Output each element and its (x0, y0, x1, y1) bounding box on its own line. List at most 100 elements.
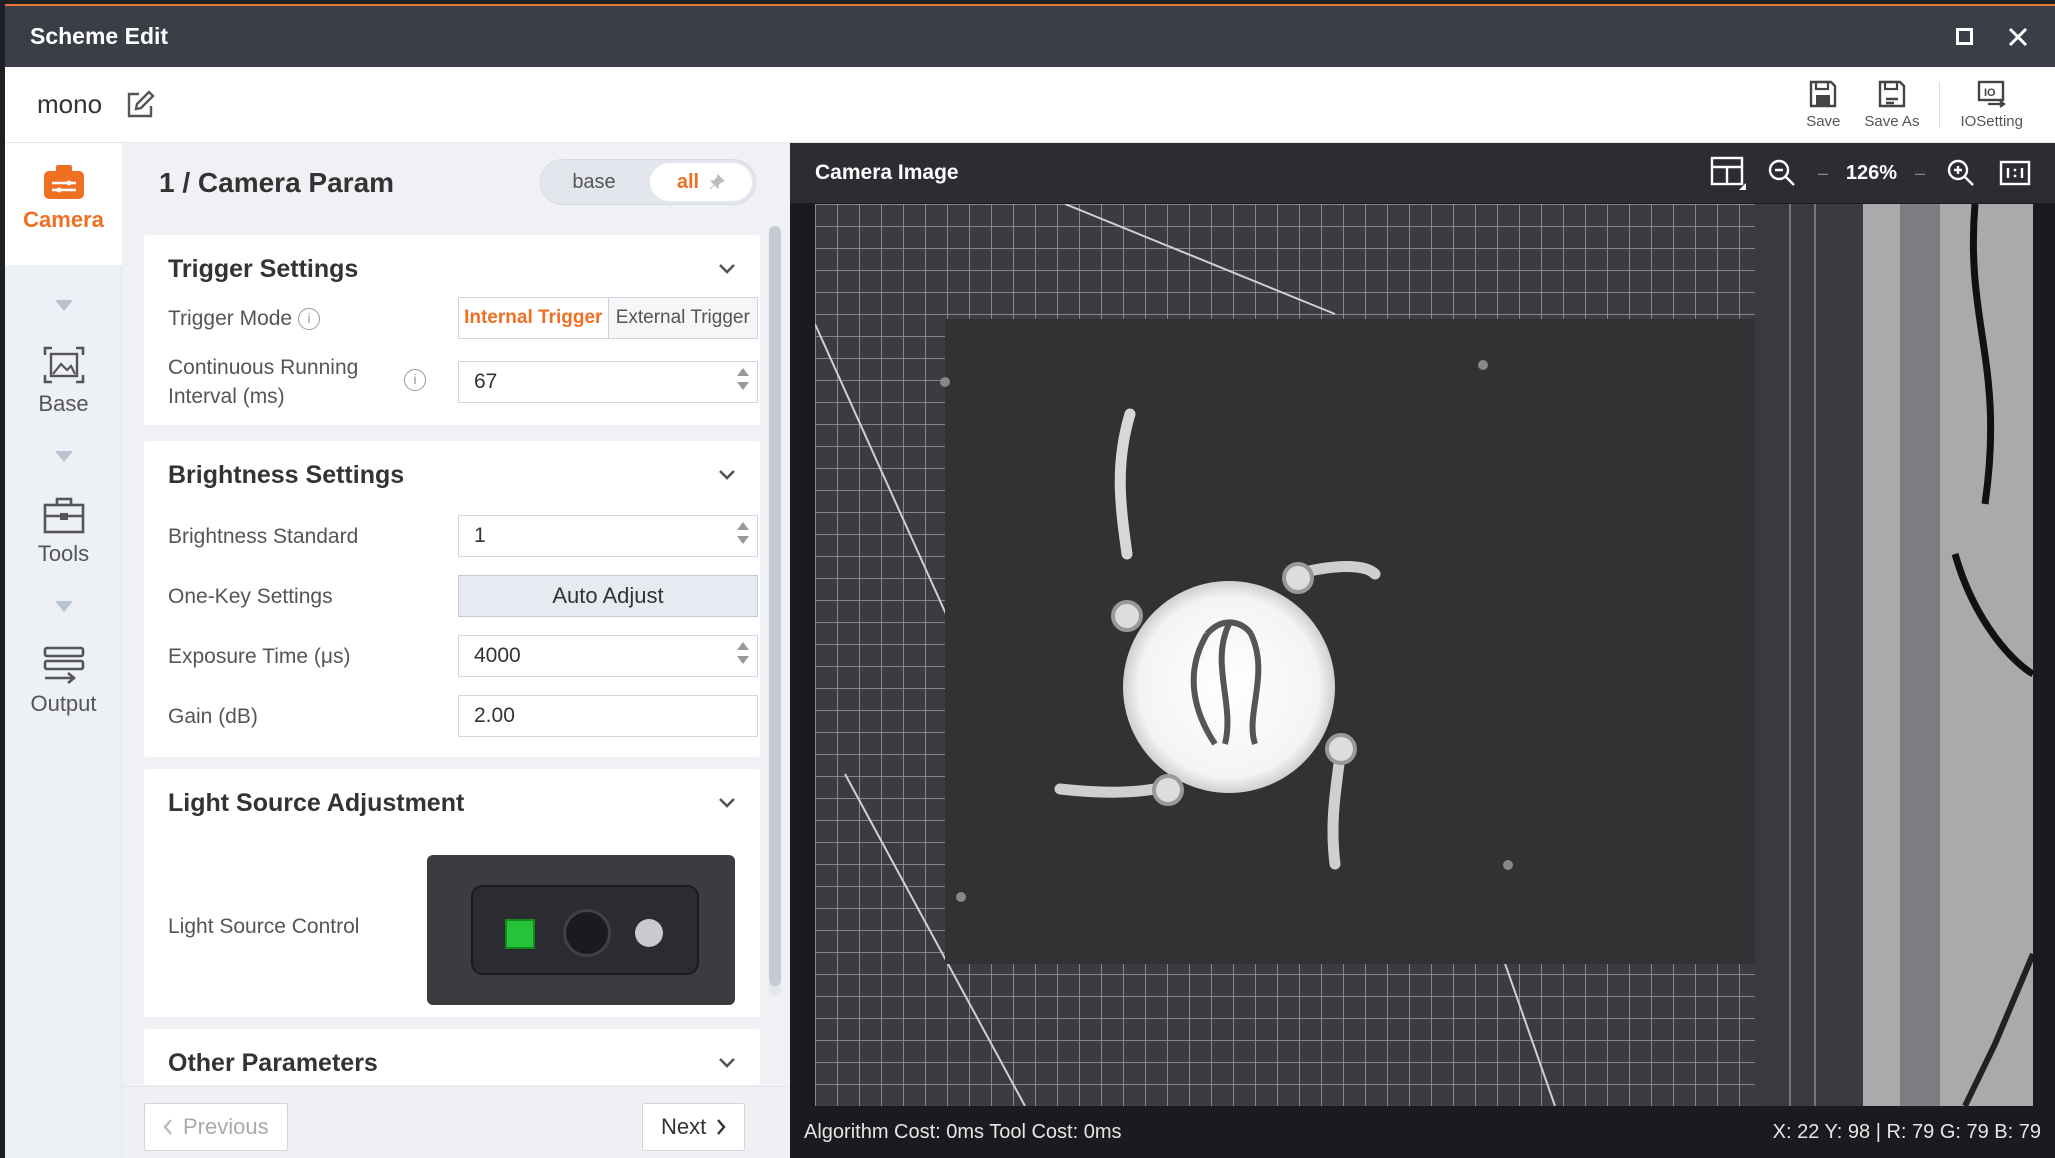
toggle-all[interactable]: all (650, 163, 752, 201)
trigger-mode-segmented: Internal Trigger External Trigger (458, 297, 758, 339)
nav-base[interactable]: Base (5, 345, 122, 445)
nav-camera[interactable]: Camera (5, 143, 122, 265)
save-icon (1810, 80, 1837, 108)
nav-base-label: Base (38, 391, 89, 416)
chevron-right-icon (717, 1119, 726, 1135)
interval-value: 67 (474, 370, 498, 393)
maximize-button[interactable] (1949, 22, 1979, 52)
trigger-settings-title: Trigger Settings (168, 254, 359, 283)
param-panel: 1 / Camera Param base all Trigger Settin… (122, 143, 790, 1158)
light-toggle-button[interactable] (635, 919, 663, 947)
other-parameters-card: Other Parameters (144, 1029, 760, 1085)
exposure-time-input[interactable]: 4000 (458, 635, 758, 677)
light-indicator-green (505, 919, 535, 949)
exposure-time-value: 4000 (474, 644, 521, 667)
nav-output-label: Output (30, 691, 97, 716)
nav-camera-label: Camera (23, 207, 104, 232)
scheme-edit-window: Scheme Edit mono Save Save As IO IOSetti… (5, 4, 2055, 1158)
nav-arrow-down-icon (55, 451, 73, 462)
camera-image-title: Camera Image (815, 161, 959, 184)
exposure-time-label: Exposure Time (μs) (168, 644, 351, 668)
camera-view: Camera Image – 126% – Algorithm Cost: 0m… (790, 143, 2055, 1158)
other-parameters-header[interactable]: Other Parameters (144, 1029, 760, 1085)
light-source-header[interactable]: Light Source Adjustment (144, 769, 760, 837)
zoom-out-icon (1768, 159, 1795, 186)
light-source-title: Light Source Adjustment (168, 788, 465, 817)
toggle-base[interactable]: base (541, 160, 647, 204)
interval-label-line2: Interval (ms) (168, 385, 285, 408)
info-icon[interactable]: i (298, 307, 321, 330)
nav-tools-label: Tools (37, 541, 90, 566)
zoom-in-icon (1947, 159, 1974, 186)
other-parameters-title: Other Parameters (168, 1048, 378, 1077)
nav-tools[interactable]: Tools (5, 495, 122, 595)
previous-button[interactable]: Previous (144, 1103, 288, 1151)
trigger-settings-header[interactable]: Trigger Settings (144, 235, 760, 303)
save-as-icon (1878, 80, 1906, 108)
close-button[interactable] (2003, 22, 2033, 52)
zoom-in-button[interactable] (1943, 155, 1979, 191)
io-setting-icon: IO (1977, 80, 2006, 108)
base-icon (43, 346, 84, 384)
zoom-level: 126% (1845, 161, 1897, 184)
interval-stepper[interactable] (737, 368, 749, 390)
scrollbar-thumb[interactable] (769, 226, 781, 986)
save-button[interactable]: Save (1794, 79, 1852, 130)
brightness-settings-card: Brightness Settings Brightness Standard … (144, 441, 760, 757)
tools-icon (43, 497, 84, 534)
close-icon (2008, 27, 2028, 46)
camera-icon (43, 165, 84, 199)
toolbar-divider (1939, 81, 1941, 128)
save-label: Save (1806, 113, 1841, 130)
light-source-control-label: Light Source Control (168, 914, 360, 938)
brightness-standard-input[interactable]: 1 (458, 515, 758, 557)
camera-frame-image (815, 204, 2033, 1106)
edit-icon (127, 89, 155, 117)
save-as-button[interactable]: Save As (1852, 79, 1931, 130)
view-toggle: base all (540, 159, 756, 205)
actual-size-icon (1999, 160, 2031, 186)
pin-icon (709, 174, 726, 190)
io-setting-button[interactable]: IO IOSetting (1948, 79, 2035, 130)
actual-size-button[interactable] (1997, 155, 2033, 191)
step-nav: Camera Base Tools Output (5, 143, 122, 1158)
brightness-settings-title: Brightness Settings (168, 460, 405, 489)
pixel-readout: X: 22 Y: 98 | R: 79 G: 79 B: 79 (1772, 1120, 2041, 1143)
panel-scrollbar[interactable] (769, 226, 781, 996)
gain-label: Gain (dB) (168, 704, 258, 728)
light-lens (563, 909, 611, 957)
zoom-out-button[interactable] (1764, 155, 1800, 191)
io-setting-label: IOSetting (1960, 113, 2023, 130)
trigger-settings-card: Trigger Settings Trigger Mode i Internal … (144, 235, 760, 425)
light-source-control (427, 855, 735, 1005)
light-source-card: Light Source Adjustment Light Source Con… (144, 769, 760, 1017)
interval-input[interactable]: 67 (458, 361, 758, 403)
gain-input[interactable]: 2.00 (458, 695, 758, 737)
nav-arrow-down-icon (55, 300, 73, 311)
nav-arrow-down-icon (55, 601, 73, 612)
camera-view-header: Camera Image – 126% – (790, 143, 2055, 203)
internal-trigger-option[interactable]: Internal Trigger (459, 298, 609, 338)
info-icon[interactable]: i (404, 369, 426, 391)
chevron-left-icon (163, 1119, 172, 1135)
output-icon (43, 646, 84, 684)
light-source-device (471, 885, 699, 975)
layout-grid-icon (1710, 156, 1746, 190)
layout-button[interactable] (1710, 155, 1746, 191)
panel-title: 1 / Camera Param (159, 167, 395, 198)
chevron-down-icon (719, 798, 735, 808)
status-bar: Algorithm Cost: 0ms Tool Cost: 0ms X: 22… (790, 1106, 2055, 1158)
panel-footer: Previous Next (122, 1086, 790, 1158)
brightness-standard-label: Brightness Standard (168, 524, 359, 548)
exposure-stepper[interactable] (737, 642, 749, 664)
nav-output[interactable]: Output (5, 645, 122, 745)
auto-adjust-button[interactable]: Auto Adjust (458, 575, 758, 617)
brightness-settings-header[interactable]: Brightness Settings (144, 441, 760, 509)
camera-image[interactable] (815, 204, 2033, 1106)
next-button[interactable]: Next (642, 1103, 746, 1151)
interval-label-line1: Continuous Running (168, 356, 359, 379)
brightness-stepper[interactable] (737, 522, 749, 544)
external-trigger-option[interactable]: External Trigger (608, 298, 757, 338)
rename-button[interactable] (124, 89, 156, 121)
toggle-all-label: all (676, 170, 700, 193)
